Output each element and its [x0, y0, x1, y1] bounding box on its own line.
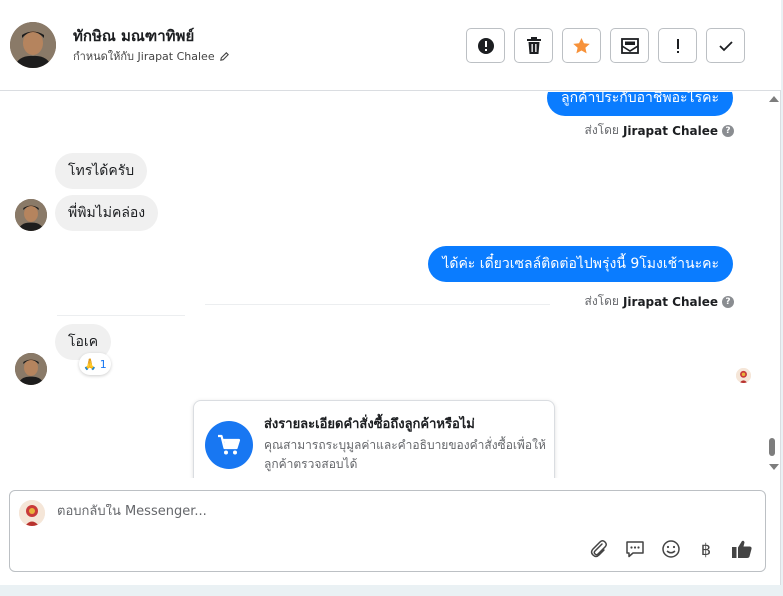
delete-button[interactable] — [514, 28, 553, 63]
help-icon[interactable]: ? — [722, 124, 734, 137]
scroll-thumb[interactable] — [769, 438, 775, 456]
sent-by-label: ส่งโดย Jirapat Chalee ? — [584, 121, 734, 140]
page-avatar — [19, 500, 45, 526]
order-details-card[interactable]: ส่งรายละเอียดคำสั่งซื้อถึงลูกค้าหรือไม่ … — [193, 400, 555, 478]
sent-by-prefix: ส่งโดย — [584, 123, 619, 137]
contact-name: ทักษิณ มณฑาทิพย์ — [73, 27, 195, 45]
reaction-emoji: 🙏 — [83, 357, 97, 371]
assigned-label: กำหนดให้กับ Jirapat Chalee — [73, 50, 215, 63]
thumbs-up-icon[interactable] — [731, 538, 753, 560]
spam-button[interactable] — [466, 28, 505, 63]
trash-icon — [526, 36, 541, 54]
reaction-count: 1 — [99, 357, 107, 371]
conversation-header: ทักษิณ มณฑาทิพย์ กำหนดให้กับ Jirapat Cha… — [0, 0, 781, 91]
alert-circle-icon — [477, 37, 494, 54]
contact-avatar-small[interactable] — [15, 353, 47, 385]
attachment-icon[interactable] — [588, 538, 610, 560]
star-button[interactable] — [562, 28, 601, 63]
cart-icon — [205, 421, 253, 469]
reply-composer: ฿ — [9, 490, 766, 572]
contact-avatar[interactable] — [10, 22, 56, 68]
exclamation-icon — [676, 38, 679, 53]
emoji-icon[interactable] — [660, 538, 682, 560]
sent-by-label: ส่งโดย Jirapat Chalee ? — [584, 292, 734, 311]
incoming-message: โทรได้ครับ — [55, 153, 148, 189]
contact-avatar-small[interactable] — [15, 199, 47, 231]
sent-by-name: Jirapat Chalee — [622, 123, 718, 138]
mark-unread-button[interactable] — [610, 28, 649, 63]
follow-up-button[interactable] — [658, 28, 697, 63]
mark-done-button[interactable] — [706, 28, 745, 63]
order-card-title: ส่งรายละเอียดคำสั่งซื้อถึงลูกค้าหรือไม่ — [264, 417, 475, 432]
scroll-down-arrow[interactable] — [769, 464, 779, 470]
sent-by-name: Jirapat Chalee — [622, 294, 718, 309]
seen-indicator-avatar — [736, 368, 751, 383]
scroll-up-arrow[interactable] — [769, 96, 779, 102]
check-icon — [718, 40, 733, 51]
pencil-icon[interactable] — [219, 51, 230, 62]
divider — [205, 304, 550, 305]
outgoing-message: ลูกค้าประกับอาชีพอะไรคะ — [547, 92, 733, 116]
star-icon — [573, 37, 590, 53]
order-card-description: คุณสามารถระบุมูลค่าและคำอธิบายของคำสั่งซ… — [264, 438, 546, 471]
mail-icon — [620, 37, 639, 54]
baht-icon[interactable]: ฿ — [695, 538, 717, 560]
outgoing-message: ได้ค่ะ เดี๋ยวเซลล์ติดต่อไปพรุ่งนี้ 9โมงเ… — [428, 246, 733, 282]
conversation-panel: ทักษิณ มณฑาทิพย์ กำหนดให้กับ Jirapat Cha… — [0, 0, 781, 585]
message-reaction[interactable]: 🙏 1 — [79, 353, 111, 375]
saved-reply-icon[interactable] — [624, 538, 646, 560]
message-scrollbar[interactable] — [765, 92, 781, 478]
reply-input[interactable] — [57, 504, 557, 519]
incoming-message: พี่พิมไม่คล่อง — [55, 195, 159, 231]
message-thread: ลูกค้าประกับอาชีพอะไรคะ ส่งโดย Jirapat C… — [0, 92, 765, 478]
divider — [57, 315, 185, 316]
assigned-to[interactable]: กำหนดให้กับ Jirapat Chalee — [73, 47, 230, 65]
sent-by-prefix: ส่งโดย — [584, 294, 619, 308]
help-icon[interactable]: ? — [722, 295, 734, 308]
